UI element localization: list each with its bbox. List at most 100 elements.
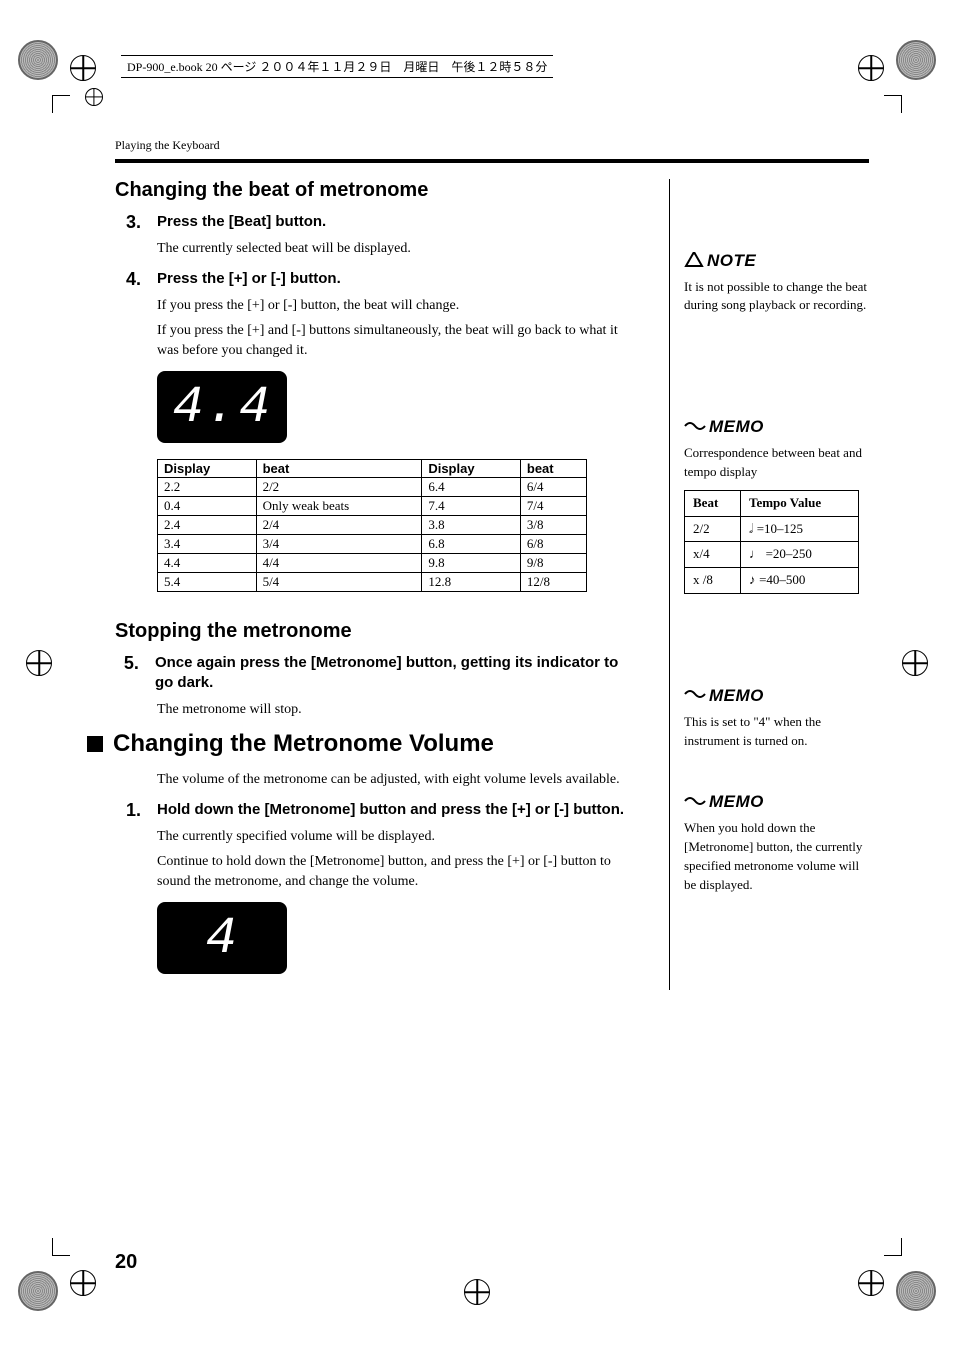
table-cell: 4/4 [256,554,422,573]
heading-volume-text: Changing the Metronome Volume [113,730,494,758]
table-cell: 9/8 [520,554,586,573]
table-row: 0.4Only weak beats7.47/4 [158,497,587,516]
step-body: The currently specified volume will be d… [157,827,639,847]
table-cell: x /8 [685,568,741,594]
step-number: 3. [115,212,141,233]
table-cell: 9.8 [422,554,521,573]
table-cell: 2/2 [256,478,422,497]
memo-text: This is set to "4" when the instrument i… [684,713,869,751]
table-cell: 3.4 [158,535,257,554]
print-mark-icon [896,40,936,80]
step-body: The metronome will stop. [157,700,639,720]
step-body: The currently selected beat will be disp… [157,239,639,259]
step-body: If you press the [+] or [-] button, the … [157,296,639,316]
table-cell: 5/4 [256,573,422,592]
table-cell: ♩ =20–250 [740,542,858,568]
divider [115,159,869,163]
memo-icon [684,421,706,435]
lcd-display: 4.4 [157,371,287,443]
square-bullet-icon [87,736,103,752]
heading-stopping: Stopping the metronome [115,620,639,643]
print-mark-icon [896,1271,936,1311]
note-label: NOTE [684,249,869,274]
col-header: Tempo Value [740,490,858,516]
table-cell: 12/8 [520,573,586,592]
table-cell: 7.4 [422,497,521,516]
table-cell: Only weak beats [256,497,422,516]
table-cell: 6/8 [520,535,586,554]
table-row: 2.22/26.46/4 [158,478,587,497]
table-cell: 2.4 [158,516,257,535]
table-cell: 6.4 [422,478,521,497]
table-cell: 12.8 [422,573,521,592]
table-cell: x/4 [685,542,741,568]
step-title: Once again press the [Metronome] button,… [155,653,639,694]
table-cell: 3/4 [256,535,422,554]
step-body: If you press the [+] and [-] buttons sim… [157,321,639,362]
table-row: 3.43/46.86/8 [158,535,587,554]
table-cell: 2/4 [256,516,422,535]
step-title: Press the [+] or [-] button. [157,269,341,290]
print-mark-icon [18,40,58,80]
table-row: x/4♩ =20–250 [685,542,859,568]
table-row: 4.44/49.89/8 [158,554,587,573]
note-label-text: NOTE [707,249,756,274]
table-cell: 4.4 [158,554,257,573]
table-row: 2/2𝅗𝅥 =10–125 [685,516,859,542]
table-cell: 6.8 [422,535,521,554]
heading-changing-beat: Changing the beat of metronome [115,179,639,202]
table-cell: 2.2 [158,478,257,497]
registration-mark-icon [26,650,52,676]
step-number: 4. [115,269,141,290]
tempo-table: Beat Tempo Value 2/2𝅗𝅥 =10–125x/4♩ =20–2… [684,490,859,594]
crop-mark-icon [52,95,70,113]
table-cell: 3.8 [422,516,521,535]
registration-mark-icon [902,650,928,676]
crop-mark-icon [884,1238,902,1256]
note-text: It is not possible to change the beat du… [684,278,869,316]
memo-label: MEMO [684,684,869,709]
lcd-display: 4 [157,902,287,974]
table-row: 2.42/43.83/8 [158,516,587,535]
memo-label-text: MEMO [709,684,764,709]
memo-label: MEMO [684,415,869,440]
col-header: Display [158,460,257,478]
table-cell: 2/2 [685,516,741,542]
step-number: 1. [115,800,141,821]
section-intro: The volume of the metronome can be adjus… [157,770,639,790]
memo-text: When you hold down the [Metronome] butto… [684,819,869,894]
lcd-value: 4.4 [172,378,272,437]
lcd-value: 4 [205,909,238,968]
beat-table: Display beat Display beat 2.22/26.46/40.… [157,459,587,592]
memo-text: Correspondence between beat and tempo di… [684,444,869,482]
memo-label-text: MEMO [709,790,764,815]
framemaker-header: DP-900_e.book 20 ページ ２００４年１１月２９日 月曜日 午後１… [121,55,553,78]
table-cell: ♪ =40–500 [740,568,858,594]
heading-volume: Changing the Metronome Volume [87,730,639,758]
col-header: beat [256,460,422,478]
step-number: 5. [115,653,139,694]
step-title: Hold down the [Metronome] button and pre… [157,800,624,821]
memo-label: MEMO [684,790,869,815]
table-row: 5.45/412.812/8 [158,573,587,592]
table-cell: 3/8 [520,516,586,535]
crop-mark-icon [52,1238,70,1256]
note-icon [684,252,704,270]
col-header: Beat [685,490,741,516]
memo-icon [684,689,706,703]
print-mark-icon [18,1271,58,1311]
table-row: x /8♪ =40–500 [685,568,859,594]
step-body: Continue to hold down the [Metronome] bu… [157,852,639,893]
registration-mark-icon [85,88,103,106]
breadcrumb: Playing the Keyboard [115,138,869,153]
crop-mark-icon [884,95,902,113]
table-cell: 7/4 [520,497,586,516]
table-cell: 6/4 [520,478,586,497]
col-header: beat [520,460,586,478]
table-cell: 5.4 [158,573,257,592]
table-cell: 𝅗𝅥 =10–125 [740,516,858,542]
step-title: Press the [Beat] button. [157,212,326,233]
memo-label-text: MEMO [709,415,764,440]
table-cell: 0.4 [158,497,257,516]
memo-icon [684,796,706,810]
